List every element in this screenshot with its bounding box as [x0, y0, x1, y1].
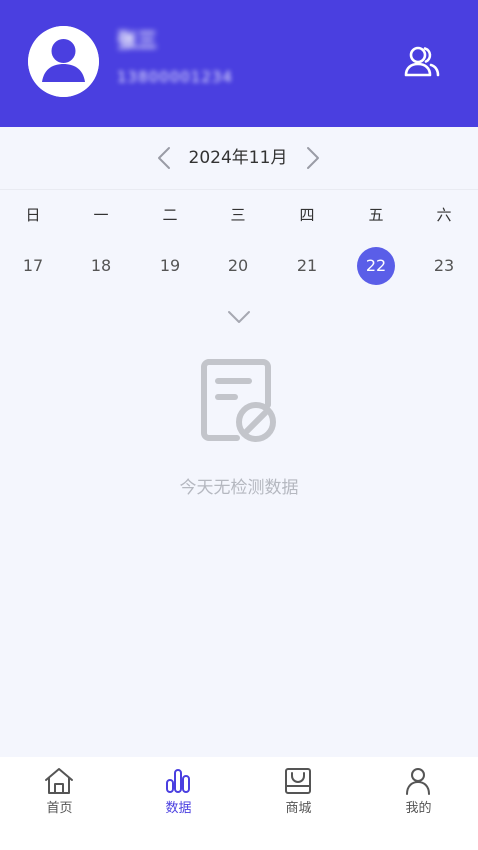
family-members-button[interactable]	[402, 42, 442, 80]
calendar-day[interactable]: 19	[151, 247, 189, 285]
data-content: 2024年11月 日 一 二 三 四 五 六 17 18 19 20 21 22…	[0, 127, 478, 757]
day-row: 17 18 19 20 21 22 23	[0, 247, 478, 285]
chevron-right-icon	[307, 147, 319, 169]
bottom-tab-bar: 首页 数据 商城 我的	[0, 757, 478, 822]
users-icon	[404, 46, 440, 77]
calendar-day[interactable]: 23	[425, 247, 463, 285]
tab-mine[interactable]: 我的	[359, 757, 478, 822]
user-avatar-icon[interactable]	[28, 26, 99, 97]
weekday-label: 六	[436, 206, 452, 224]
weekday-label: 四	[299, 206, 315, 224]
expand-calendar-button[interactable]	[226, 307, 252, 327]
chevron-down-icon	[228, 311, 250, 323]
calendar-day[interactable]: 21	[288, 247, 326, 285]
no-data-document-icon	[201, 359, 276, 442]
chevron-left-icon	[158, 147, 170, 169]
calendar-day-selected[interactable]: 22	[357, 247, 395, 285]
month-label[interactable]: 2024年11月	[178, 145, 298, 171]
bar-chart-icon	[166, 769, 190, 793]
calendar-day[interactable]: 17	[14, 247, 52, 285]
person-icon	[406, 768, 430, 795]
weekday-label: 日	[25, 206, 41, 224]
weekday-label: 一	[93, 206, 109, 224]
weekday-label: 三	[230, 206, 246, 224]
weekday-label: 五	[368, 206, 384, 224]
weekday-label: 二	[162, 206, 178, 224]
prev-month-button[interactable]	[152, 143, 176, 173]
calendar-day[interactable]: 18	[82, 247, 120, 285]
tab-data[interactable]: 数据	[119, 757, 238, 822]
weekday-row: 日 一 二 三 四 五 六	[0, 203, 478, 227]
user-phone: 13800001234	[117, 68, 233, 86]
next-month-button[interactable]	[301, 143, 325, 173]
user-name: 张三	[117, 28, 157, 52]
tab-label: 商城	[285, 801, 312, 816]
shop-bag-icon	[285, 768, 311, 794]
home-icon	[45, 768, 73, 794]
tab-label: 我的	[405, 801, 432, 816]
tab-label: 首页	[46, 801, 73, 816]
tab-home[interactable]: 首页	[0, 757, 119, 822]
profile-header: 张三 13800001234	[0, 0, 478, 127]
tab-label: 数据	[165, 801, 192, 816]
empty-state-message: 今天无检测数据	[179, 478, 299, 498]
month-selector: 2024年11月	[0, 127, 478, 190]
calendar-day[interactable]: 20	[219, 247, 257, 285]
bottom-safe-area	[0, 822, 478, 850]
tab-shop[interactable]: 商城	[239, 757, 358, 822]
